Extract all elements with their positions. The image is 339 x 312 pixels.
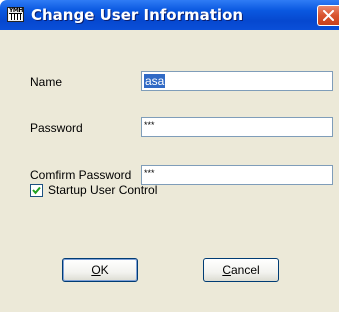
- cancel-mnemonic: C: [222, 263, 231, 277]
- yamaha-keyboard-icon[interactable]: YMH: [7, 7, 24, 22]
- name-value: asa: [144, 74, 166, 88]
- name-label: Name: [30, 75, 63, 89]
- checkmark-icon: [32, 186, 41, 195]
- cancel-button[interactable]: Cancel: [203, 258, 279, 282]
- confirm-password-value: ***: [144, 168, 155, 178]
- close-icon: [323, 10, 334, 21]
- confirm-password-field[interactable]: ***: [141, 165, 333, 185]
- password-field[interactable]: ***: [141, 117, 333, 137]
- window-title: Change User Information: [31, 6, 244, 24]
- password-value: ***: [144, 120, 155, 130]
- keyboard-keys: [9, 13, 22, 20]
- name-field[interactable]: asa: [141, 71, 333, 91]
- title-bar[interactable]: YMH Change User Information: [0, 0, 339, 30]
- cancel-label: ancel: [230, 263, 260, 277]
- password-label: Password: [30, 121, 83, 135]
- startup-user-control-label[interactable]: Startup User Control: [48, 183, 157, 197]
- ok-label: K: [100, 263, 109, 277]
- confirm-password-label: Comfirm Password: [30, 168, 132, 182]
- close-button[interactable]: [317, 5, 339, 26]
- startup-user-control-checkbox[interactable]: [30, 184, 43, 197]
- ok-mnemonic: O: [91, 263, 101, 277]
- ok-button[interactable]: OK: [62, 258, 138, 282]
